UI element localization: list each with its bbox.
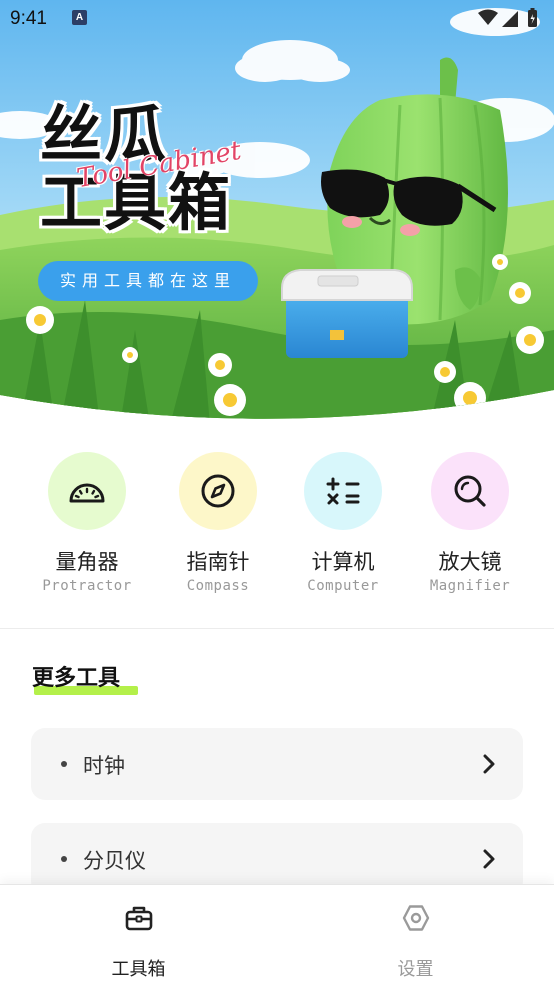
- tool-name: 计算机: [311, 550, 375, 574]
- tool-en-name: Magnifier: [429, 578, 511, 594]
- tool-name: 指南针: [186, 550, 250, 574]
- magnifier-icon: [454, 475, 486, 507]
- notification-icon: A: [72, 10, 87, 25]
- tool-magnifier[interactable]: 放大镜 Magnifier: [405, 450, 535, 610]
- list-item-label: 分贝仪: [83, 849, 146, 873]
- tool-name: 放大镜: [438, 550, 502, 574]
- tool-en-name: Compass: [186, 578, 250, 594]
- slogan-badge: 实用工具都在这里: [38, 261, 258, 301]
- tool-icon-bg: [179, 452, 257, 530]
- signal-icon: [502, 11, 518, 27]
- protractor-icon: [69, 483, 105, 503]
- tool-en-name: Protractor: [42, 578, 132, 594]
- nav-label: 设置: [397, 959, 434, 980]
- bottom-navigation: 工具箱 设置: [0, 884, 554, 986]
- tool-icon-bg: [431, 452, 509, 530]
- app-title: 丝瓜 工具箱 Tool Cabinet: [40, 100, 280, 250]
- tool-name: 量角器: [55, 550, 119, 574]
- tool-en-name: Computer: [307, 578, 379, 594]
- section-divider: [0, 628, 554, 629]
- tool-compass[interactable]: 指南针 Compass: [153, 450, 283, 610]
- tool-icon-bg: [48, 452, 126, 530]
- status-icons: [476, 7, 544, 33]
- tool-protractor[interactable]: 量角器 Protractor: [22, 450, 152, 610]
- settings-icon: [402, 905, 430, 931]
- chevron-right-icon: [483, 754, 495, 774]
- status-time: 9:41: [10, 8, 47, 29]
- bullet-icon: [61, 856, 67, 862]
- section-title: 更多工具: [32, 666, 121, 691]
- chevron-right-icon: [483, 849, 495, 869]
- calculator-icon: [326, 477, 360, 505]
- toolbox-icon: [125, 906, 153, 931]
- tools-grid: 量角器 Protractor 指南针 Compass 计算机 Computer: [0, 450, 554, 610]
- list-item-clock[interactable]: 时钟: [31, 728, 523, 800]
- nav-label: 工具箱: [111, 959, 166, 980]
- nav-tab-toolbox[interactable]: 工具箱: [0, 885, 277, 986]
- nav-tab-settings[interactable]: 设置: [277, 885, 554, 986]
- tool-calculator[interactable]: 计算机 Computer: [278, 450, 408, 610]
- compass-icon: [201, 474, 235, 508]
- status-bar: 9:41 A: [0, 0, 554, 38]
- tool-icon-bg: [304, 452, 382, 530]
- bullet-icon: [61, 761, 67, 767]
- wifi-icon: [478, 9, 498, 25]
- list-item-label: 时钟: [83, 754, 125, 778]
- hero-banner: 9:41 A 丝瓜 工具箱 Tool Cabinet 实用工具都在这里: [0, 0, 554, 425]
